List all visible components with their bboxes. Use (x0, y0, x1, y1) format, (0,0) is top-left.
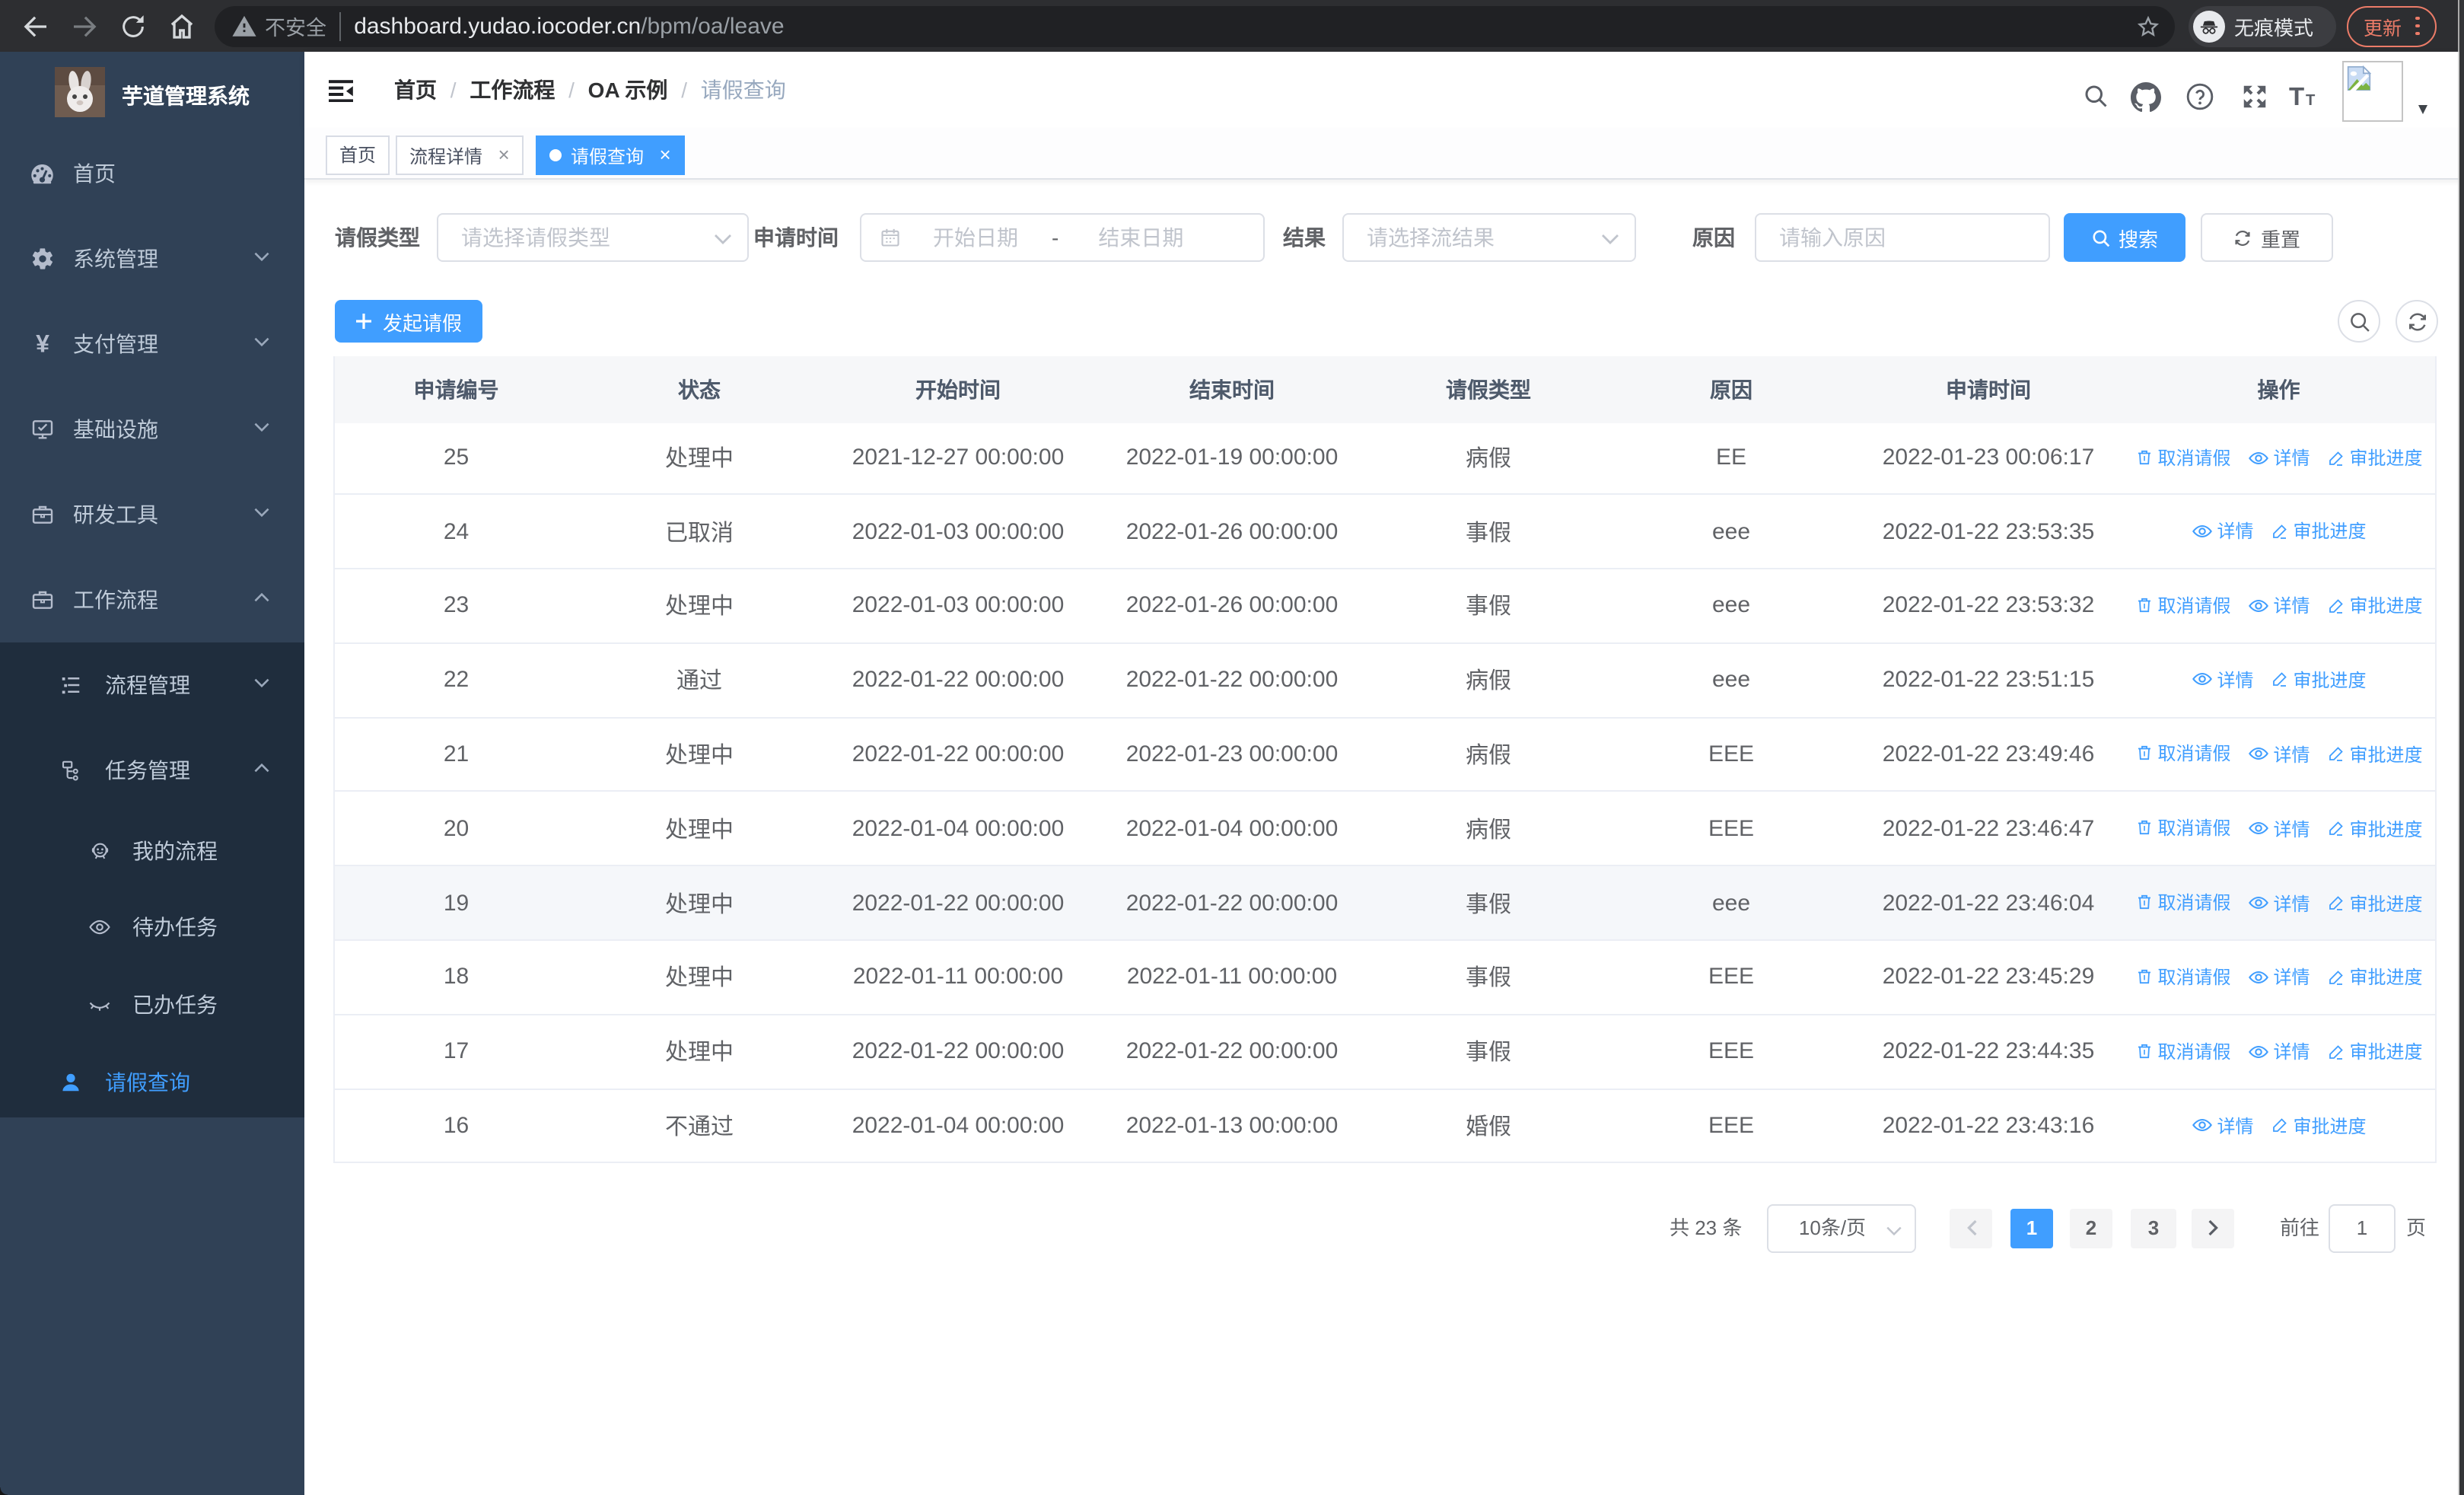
svg-text:¥: ¥ (36, 332, 49, 356)
svg-text:T: T (2306, 92, 2316, 109)
svg-text:T: T (2289, 82, 2304, 110)
